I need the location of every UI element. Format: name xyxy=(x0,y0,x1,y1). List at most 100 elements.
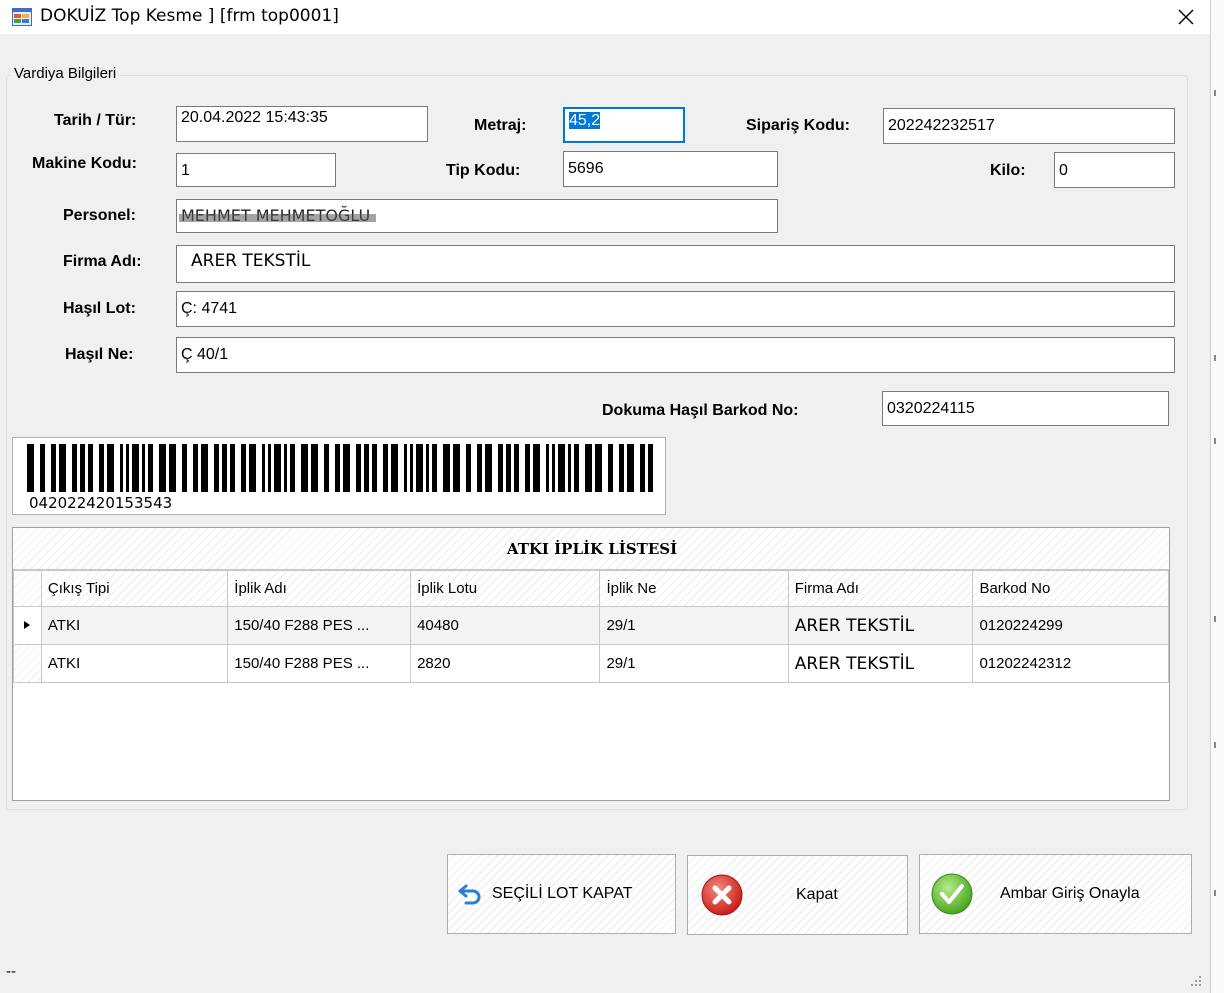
barcode-bar xyxy=(40,444,45,492)
secili-lot-kapat-button[interactable]: SEÇİLİ LOT KAPAT xyxy=(447,854,676,934)
cell-cikis-tipi[interactable]: ATKI xyxy=(40,644,229,683)
table-row[interactable]: ATKI 150/40 F288 PES ... 40480 29/1 ARER… xyxy=(13,606,1169,645)
cell-iplik-adi[interactable]: 150/40 F288 PES ... xyxy=(227,606,412,645)
row-pointer-icon xyxy=(24,621,31,629)
hasil-lot-field[interactable]: Ç: 4741 xyxy=(176,291,1175,327)
row-selector[interactable] xyxy=(13,606,42,645)
kapat-button[interactable]: Kapat xyxy=(687,855,908,935)
cell-iplik-ne[interactable]: 29/1 xyxy=(599,606,789,645)
barcode-bar xyxy=(372,444,377,492)
barcode-bar xyxy=(343,444,350,492)
cell-iplik-adi[interactable]: 150/40 F288 PES ... xyxy=(227,644,412,683)
cell-firma-adi[interactable]: ARER TEKSTİL xyxy=(787,606,974,645)
barcode-bar xyxy=(230,444,235,492)
barcode-bar xyxy=(126,444,129,492)
metraj-field[interactable]: 45,2 xyxy=(563,107,685,143)
siparis-field[interactable]: 202242232517 xyxy=(883,108,1175,144)
edge-tick xyxy=(1214,742,1216,748)
background-window-edge xyxy=(1210,0,1224,993)
makine-field[interactable]: 1 xyxy=(176,153,336,187)
barcode-bar xyxy=(262,444,265,492)
edge-tick xyxy=(1214,355,1216,361)
col-header-barkod-no[interactable]: Barkod No xyxy=(972,570,1169,607)
status-text: -- xyxy=(6,963,16,980)
cell-iplik-lotu[interactable]: 40480 xyxy=(410,606,601,645)
barcode-bar xyxy=(514,444,519,492)
barcode-bar xyxy=(222,444,227,492)
barcode-bar xyxy=(72,444,77,492)
barcode-bar xyxy=(268,444,271,492)
undo-arrow-icon xyxy=(458,884,481,905)
barcode-text: 042022420153543 xyxy=(29,494,173,512)
barcode-bar xyxy=(335,444,340,492)
barcode-bar xyxy=(546,444,549,492)
window-title: DOKUİZ Top Kesme ] [frm top0001] xyxy=(40,6,339,26)
barcode-bar xyxy=(290,444,295,492)
barcode-bar xyxy=(99,444,104,492)
col-header-cikis-tipi[interactable]: Çıkış Tipi xyxy=(40,570,229,607)
title-bar: DOKUİZ Top Kesme ] [frm top0001] xyxy=(0,0,1210,34)
kilo-field[interactable]: 0 xyxy=(1054,152,1175,188)
barcode-bar xyxy=(120,444,123,492)
barcode-bar xyxy=(485,444,492,492)
barcode-bar xyxy=(356,444,361,492)
barcode-bar xyxy=(443,444,450,492)
col-header-iplik-ne[interactable]: İplik Ne xyxy=(599,570,789,607)
barcode-bar xyxy=(608,444,613,492)
col-header-iplik-adi[interactable]: İplik Adı xyxy=(227,570,412,607)
cell-firma-adi[interactable]: ARER TEKSTİL xyxy=(787,644,974,683)
barcode-bar xyxy=(51,444,56,492)
cell-iplik-ne[interactable]: 29/1 xyxy=(599,644,789,683)
barcode-bar xyxy=(301,444,308,492)
barcode-bar xyxy=(159,444,166,492)
edge-tick xyxy=(1214,438,1216,444)
size-grip-icon[interactable] xyxy=(1188,973,1202,987)
ambar-giris-button[interactable]: Ambar Giriş Onayla xyxy=(919,854,1192,934)
barcode-bar xyxy=(558,444,565,492)
siparis-label: Sipariş Kodu: xyxy=(746,117,851,134)
cell-iplik-lotu[interactable]: 2820 xyxy=(410,644,601,683)
barkod-field[interactable]: 0320224115 xyxy=(882,391,1169,426)
app-icon xyxy=(12,8,32,26)
tip-label: Tip Kodu: xyxy=(446,162,521,179)
col-header-iplik-lotu[interactable]: İplik Lotu xyxy=(410,570,601,607)
barcode-bar xyxy=(498,444,503,492)
firma-field[interactable]: ARER TEKSTİL xyxy=(176,245,1175,283)
ambar-giris-label: Ambar Giriş Onayla xyxy=(1000,885,1140,902)
cell-cikis-tipi[interactable]: ATKI xyxy=(40,606,229,645)
cell-barkod-no[interactable]: 01202242312 xyxy=(972,644,1169,683)
barcode-bar xyxy=(595,444,602,492)
barcode-bar xyxy=(466,444,471,492)
close-button[interactable] xyxy=(1162,0,1210,34)
barcode-image xyxy=(27,444,653,492)
atki-grid[interactable]: ATKI İPLİK LİSTESİ Çıkış Tipi İplik Adı … xyxy=(12,527,1170,801)
main-window: DOKUİZ Top Kesme ] [frm top0001] Vardiya… xyxy=(0,0,1210,993)
barcode-bar xyxy=(391,444,398,492)
table-row[interactable]: ATKI 150/40 F288 PES ... 2820 29/1 ARER … xyxy=(13,644,1169,683)
group-legend: Vardiya Bilgileri xyxy=(10,65,121,82)
tarih-field[interactable]: 20.04.2022 15:43:35 xyxy=(176,106,428,142)
kilo-label: Kilo: xyxy=(990,162,1026,179)
barcode-bar xyxy=(410,444,413,492)
barcode-bar xyxy=(453,444,460,492)
hasil-ne-field[interactable]: Ç 40/1 xyxy=(176,337,1175,373)
barcode-bar xyxy=(533,444,540,492)
barcode-bar xyxy=(404,444,407,492)
barcode-bar xyxy=(249,444,256,492)
barkod-label: Dokuma Haşıl Barkod No: xyxy=(602,402,799,419)
barcode-bar xyxy=(27,444,34,492)
personel-field[interactable]: MEHMET MEHMETOĞLU xyxy=(176,199,778,233)
edge-tick xyxy=(1214,616,1216,622)
barcode-bar xyxy=(648,444,653,492)
tarih-label: Tarih / Tür: xyxy=(54,112,137,129)
barcode-bar xyxy=(88,444,93,492)
row-selector[interactable] xyxy=(13,644,42,683)
kapat-label: Kapat xyxy=(796,886,838,903)
cell-barkod-no[interactable]: 0120224299 xyxy=(972,606,1169,645)
barcode-bar xyxy=(59,444,66,492)
row-header-corner xyxy=(13,570,42,607)
secili-lot-kapat-label: SEÇİLİ LOT KAPAT xyxy=(492,885,633,902)
edge-tick xyxy=(1214,890,1216,896)
tip-field[interactable]: 5696 xyxy=(563,151,778,187)
col-header-firma-adi[interactable]: Firma Adı xyxy=(787,570,974,607)
